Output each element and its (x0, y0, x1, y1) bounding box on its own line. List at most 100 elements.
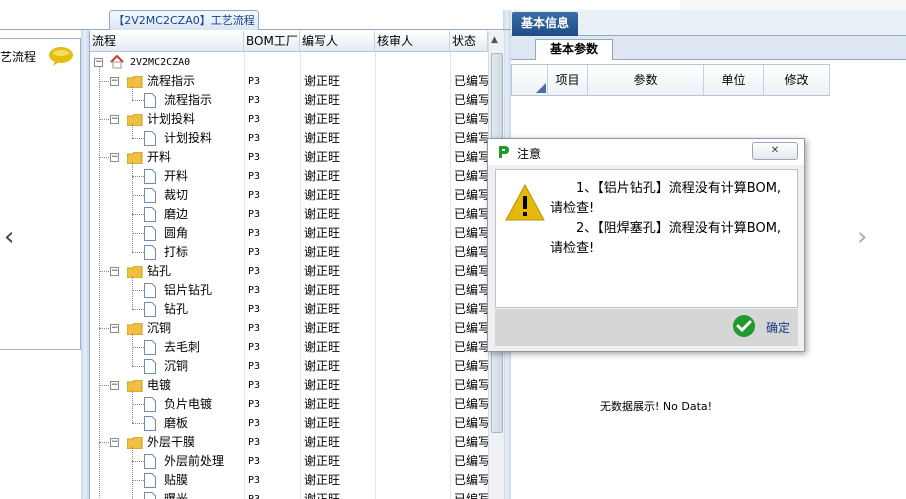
document-icon (144, 302, 156, 317)
checkmark-icon[interactable] (732, 314, 756, 338)
bom-factory-cell: P3 (248, 171, 261, 182)
collapse-toggle-icon[interactable]: − (110, 115, 119, 124)
corner-triangle-icon (536, 83, 546, 93)
collapse-toggle-icon[interactable]: − (110, 153, 119, 162)
tree-group-row[interactable]: − 计划投料 P3 谢正旺 已编写 (90, 110, 488, 129)
tree-group-row[interactable]: − 沉铜 P3 谢正旺 已编写 (90, 319, 488, 338)
tree-step-row[interactable]: 曝光 P3 谢正旺 已编写 (90, 490, 488, 499)
tree-step-row[interactable]: 沉铜 P3 谢正旺 已编写 (90, 357, 488, 376)
tree-step-label: 磨边 (164, 207, 189, 221)
bom-factory-cell: P3 (248, 228, 261, 239)
tree-step-row[interactable]: 铝片钻孔 P3 谢正旺 已编写 (90, 281, 488, 300)
dialog-footer: 确定 (495, 309, 798, 346)
tree-connector (132, 252, 144, 253)
document-icon (144, 188, 156, 203)
tree-group-row[interactable]: − 开料 P3 谢正旺 已编写 (90, 148, 488, 167)
tree-step-row[interactable]: 负片电镀 P3 谢正旺 已编写 (90, 395, 488, 414)
writer-cell: 谢正旺 (304, 226, 341, 240)
status-cell: 已编写 (454, 283, 488, 297)
column-header-parameter[interactable]: 参数 (588, 65, 704, 95)
column-header-writer[interactable]: 编写人 (300, 31, 375, 52)
tree-step-label: 流程指示 (164, 93, 213, 107)
tab-process-flow[interactable]: 【2V2MC2CZA0】工艺流程 (109, 10, 259, 30)
document-icon (144, 283, 156, 298)
status-cell: 已编写 (454, 188, 488, 202)
tree-step-label: 沉铜 (164, 359, 189, 373)
tree-step-row[interactable]: 打标 P3 谢正旺 已编写 (90, 243, 488, 262)
tree-group-row[interactable]: − 钻孔 P3 谢正旺 已编写 (90, 262, 488, 281)
close-button[interactable]: ✕ (752, 142, 798, 160)
column-header-reviewer[interactable]: 核审人 (375, 31, 450, 52)
tree-step-row[interactable]: 去毛刺 P3 谢正旺 已编写 (90, 338, 488, 357)
splitter-left[interactable] (81, 30, 89, 499)
collapse-toggle-icon[interactable]: − (110, 267, 119, 276)
column-header-flow[interactable]: 流程 (90, 31, 244, 52)
status-cell: 已编写 (454, 112, 488, 126)
tree-connector (132, 233, 144, 234)
tree-step-row[interactable]: 钻孔 P3 谢正旺 已编写 (90, 300, 488, 319)
left-panel-item-label[interactable]: 艺流程 (0, 48, 36, 65)
tree-trunk-line (99, 67, 100, 499)
tree-step-label: 磨板 (164, 416, 189, 430)
tree-step-row[interactable]: 计划投料 P3 谢正旺 已编写 (90, 129, 488, 148)
ok-button[interactable]: 确定 (766, 319, 790, 336)
tree-group-row[interactable]: − 流程指示 P3 谢正旺 已编写 (90, 72, 488, 91)
empty-state-text: 无数据展示! No Data! (600, 400, 713, 413)
collapse-toggle-icon[interactable]: − (110, 77, 119, 86)
scroll-up-icon[interactable]: ▲ (491, 35, 498, 45)
bom-factory-cell: P3 (248, 247, 261, 258)
next-arrow-icon[interactable]: › (857, 222, 867, 252)
column-header-bom-factory[interactable]: BOM工厂 (244, 31, 300, 52)
tree-group-row[interactable]: − 外层干膜 P3 谢正旺 已编写 (90, 433, 488, 452)
writer-cell: 谢正旺 (304, 245, 341, 259)
status-cell: 已编写 (454, 473, 488, 487)
tree-step-row[interactable]: 磨边 P3 谢正旺 已编写 (90, 205, 488, 224)
tree-connector (132, 480, 144, 481)
column-header-status[interactable]: 状态 (450, 31, 488, 52)
writer-cell: 谢正旺 (304, 435, 341, 449)
previous-arrow-icon[interactable]: ‹ (4, 222, 14, 252)
bom-factory-cell: P3 (248, 76, 261, 87)
folder-icon (127, 323, 143, 335)
tree-group-label: 计划投料 (147, 112, 196, 126)
column-header-item[interactable]: 项目 (548, 65, 588, 95)
tree-step-label: 负片电镀 (164, 397, 213, 411)
chat-bubble-icon[interactable] (48, 46, 74, 66)
column-header-modify[interactable]: 修改 (764, 65, 830, 95)
writer-cell: 谢正旺 (304, 321, 341, 335)
select-all-corner[interactable] (512, 65, 548, 95)
tree-step-label: 外层前处理 (164, 454, 225, 468)
collapse-toggle-icon[interactable]: − (110, 324, 119, 333)
bom-factory-cell: P3 (248, 490, 260, 499)
tree-root-row[interactable]: − 2V2MC2CZA0 (90, 53, 488, 72)
tree-step-row[interactable]: 外层前处理 P3 谢正旺 已编写 (90, 452, 488, 471)
process-tree-grid: 流程 BOM工厂 编写人 核审人 状态 − 2V2MC2CZA0 − 流程指示 P3 谢正… (89, 31, 504, 499)
tree-step-row[interactable]: 裁切 P3 谢正旺 已编写 (90, 186, 488, 205)
collapse-toggle-icon[interactable]: − (110, 438, 119, 447)
tree-branch-line (132, 162, 133, 252)
tree-step-row[interactable]: 圆角 P3 谢正旺 已编写 (90, 224, 488, 243)
bom-factory-cell: P3 (248, 114, 261, 125)
writer-cell: 谢正旺 (304, 264, 341, 278)
tree-step-row[interactable]: 开料 P3 谢正旺 已编写 (90, 167, 488, 186)
tree-group-row[interactable]: − 电镀 P3 谢正旺 已编写 (90, 376, 488, 395)
status-cell: 已编写 (454, 207, 488, 221)
folder-icon (127, 114, 143, 126)
tree-step-row[interactable]: 磨板 P3 谢正旺 已编写 (90, 414, 488, 433)
tree-step-label: 圆角 (164, 226, 189, 240)
collapse-toggle-icon[interactable]: − (94, 58, 103, 67)
tree-root-label: 2V2MC2CZA0 (130, 57, 191, 68)
tree-step-row[interactable]: 贴膜 P3 谢正旺 已编写 (90, 471, 488, 490)
warning-icon (505, 183, 545, 221)
tree-branch-line (132, 86, 133, 100)
collapse-toggle-icon[interactable]: − (110, 381, 119, 390)
tree-step-row[interactable]: 流程指示 P3 谢正旺 已编写 (90, 91, 488, 110)
tab-basic-params[interactable]: 基本参数 (535, 39, 613, 60)
tree-step-label: 铝片钻孔 (164, 283, 213, 297)
tree-connector (132, 404, 144, 405)
folder-icon (127, 152, 143, 164)
tree-branch-line (132, 124, 133, 138)
tab-basic-info[interactable]: 基本信息 (512, 12, 578, 36)
column-header-unit[interactable]: 单位 (704, 65, 764, 95)
bom-factory-cell: P3 (248, 437, 261, 448)
